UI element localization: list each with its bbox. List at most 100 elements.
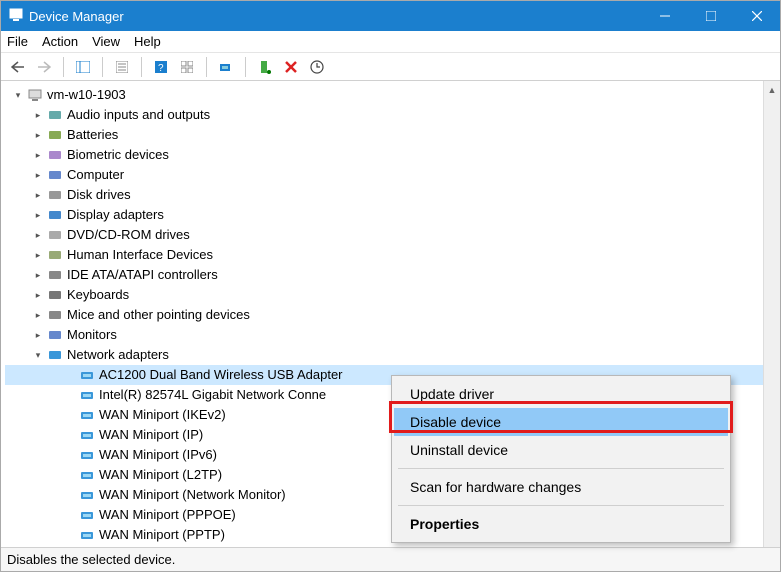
- back-button[interactable]: [7, 56, 29, 78]
- ctx-scan-hardware[interactable]: Scan for hardware changes: [394, 473, 728, 501]
- category-icon: [47, 347, 63, 363]
- forward-button[interactable]: [33, 56, 55, 78]
- tree-category[interactable]: ▸ IDE ATA/ATAPI controllers: [5, 265, 763, 285]
- show-hide-tree-icon[interactable]: [72, 56, 94, 78]
- toolbar-separator: [245, 57, 246, 77]
- app-icon: [9, 8, 23, 25]
- ctx-label: Update driver: [410, 386, 494, 402]
- window-title: Device Manager: [29, 9, 642, 24]
- network-adapter-icon: [79, 507, 95, 523]
- minimize-button[interactable]: [642, 1, 688, 31]
- toolbar-separator: [63, 57, 64, 77]
- tree-root[interactable]: ▾ vm-w10-1903: [5, 85, 763, 105]
- chevron-right-icon[interactable]: ▸: [31, 148, 45, 162]
- tree-category[interactable]: ▸Display adapters: [5, 205, 763, 225]
- titlebar: Device Manager: [1, 1, 780, 31]
- network-adapter-icon: [79, 487, 95, 503]
- category-label: Keyboards: [67, 285, 129, 305]
- chevron-down-icon[interactable]: ▾: [31, 348, 45, 362]
- tree-category[interactable]: ▸ Computer: [5, 165, 763, 185]
- close-button[interactable]: [734, 1, 780, 31]
- category-label: Network adapters: [67, 345, 169, 365]
- network-adapter-icon: [79, 527, 95, 543]
- vertical-scrollbar[interactable]: ▲: [763, 81, 780, 547]
- device-label: WAN Miniport (IKEv2): [99, 405, 226, 425]
- network-adapter-icon: [79, 427, 95, 443]
- menu-help[interactable]: Help: [134, 34, 161, 49]
- chevron-right-icon[interactable]: ▸: [31, 188, 45, 202]
- chevron-right-icon[interactable]: ▸: [31, 108, 45, 122]
- category-icon: [47, 107, 63, 123]
- category-icon: [47, 307, 63, 323]
- scan-hardware-icon[interactable]: [215, 56, 237, 78]
- enable-device-icon[interactable]: [254, 56, 276, 78]
- svg-text:?: ?: [158, 63, 164, 73]
- chevron-right-icon[interactable]: ▸: [31, 308, 45, 322]
- menubar: File Action View Help: [1, 31, 780, 53]
- toolbar-separator: [102, 57, 103, 77]
- category-label: Audio inputs and outputs: [67, 105, 210, 125]
- category-label: Biometric devices: [67, 145, 169, 165]
- network-adapter-icon: [79, 447, 95, 463]
- toolbar: ?: [1, 53, 780, 81]
- ctx-label: Scan for hardware changes: [410, 479, 581, 495]
- scroll-up-icon[interactable]: ▲: [764, 81, 780, 98]
- ctx-properties[interactable]: Properties: [394, 510, 728, 538]
- device-label: WAN Miniport (Network Monitor): [99, 485, 286, 505]
- computer-icon: [27, 87, 43, 103]
- ctx-update-driver[interactable]: Update driver: [394, 380, 728, 408]
- network-adapter-icon: [79, 407, 95, 423]
- menu-file[interactable]: File: [7, 34, 28, 49]
- chevron-right-icon[interactable]: ▸: [31, 328, 45, 342]
- device-label: Intel(R) 82574L Gigabit Network Conne: [99, 385, 326, 405]
- chevron-right-icon[interactable]: ▸: [31, 228, 45, 242]
- category-label: Disk drives: [67, 185, 131, 205]
- update-driver-icon[interactable]: [306, 56, 328, 78]
- tree-category[interactable]: ▸ DVD/CD-ROM drives: [5, 225, 763, 245]
- chevron-right-icon[interactable]: ▸: [31, 208, 45, 222]
- chevron-right-icon[interactable]: ▸: [31, 168, 45, 182]
- chevron-right-icon[interactable]: ▸: [31, 268, 45, 282]
- category-icon: [47, 327, 63, 343]
- tree-category[interactable]: ▸ Audio inputs and outputs: [5, 105, 763, 125]
- category-label: Computer: [67, 165, 124, 185]
- tree-category[interactable]: ▸ Mice and other pointing devices: [5, 305, 763, 325]
- category-icon: [47, 227, 63, 243]
- category-label: DVD/CD-ROM drives: [67, 225, 190, 245]
- ctx-label: Properties: [410, 516, 479, 532]
- maximize-button[interactable]: [688, 1, 734, 31]
- tree-category[interactable]: ▸ Monitors: [5, 325, 763, 345]
- ctx-uninstall-device[interactable]: Uninstall device: [394, 436, 728, 464]
- chevron-right-icon[interactable]: ▸: [31, 248, 45, 262]
- window-controls: [642, 1, 780, 31]
- statusbar: Disables the selected device.: [1, 547, 780, 571]
- uninstall-icon[interactable]: [280, 56, 302, 78]
- tree-category[interactable]: ▸Batteries: [5, 125, 763, 145]
- tree-category[interactable]: ▸ Biometric devices: [5, 145, 763, 165]
- ctx-disable-device[interactable]: Disable device: [394, 408, 728, 436]
- category-icon: [47, 127, 63, 143]
- tile-icon[interactable]: [176, 56, 198, 78]
- context-menu: Update driver Disable device Uninstall d…: [391, 375, 731, 543]
- root-label: vm-w10-1903: [47, 85, 126, 105]
- network-adapter-icon: [79, 367, 95, 383]
- category-label: Human Interface Devices: [67, 245, 213, 265]
- chevron-down-icon[interactable]: ▾: [11, 88, 25, 102]
- tree-category[interactable]: ▸ Human Interface Devices: [5, 245, 763, 265]
- category-label: Mice and other pointing devices: [67, 305, 250, 325]
- chevron-right-icon[interactable]: ▸: [31, 128, 45, 142]
- tree-category[interactable]: ▸ Keyboards: [5, 285, 763, 305]
- menu-action[interactable]: Action: [42, 34, 78, 49]
- toolbar-separator: [141, 57, 142, 77]
- properties-icon[interactable]: [111, 56, 133, 78]
- ctx-separator: [398, 505, 724, 506]
- device-label: WAN Miniport (PPPOE): [99, 505, 236, 525]
- category-label: IDE ATA/ATAPI controllers: [67, 265, 218, 285]
- chevron-right-icon[interactable]: ▸: [31, 288, 45, 302]
- tree-category[interactable]: ▸ Disk drives: [5, 185, 763, 205]
- help-icon[interactable]: ?: [150, 56, 172, 78]
- category-icon: [47, 247, 63, 263]
- tree-category[interactable]: ▾ Network adapters: [5, 345, 763, 365]
- menu-view[interactable]: View: [92, 34, 120, 49]
- category-label: Monitors: [67, 325, 117, 345]
